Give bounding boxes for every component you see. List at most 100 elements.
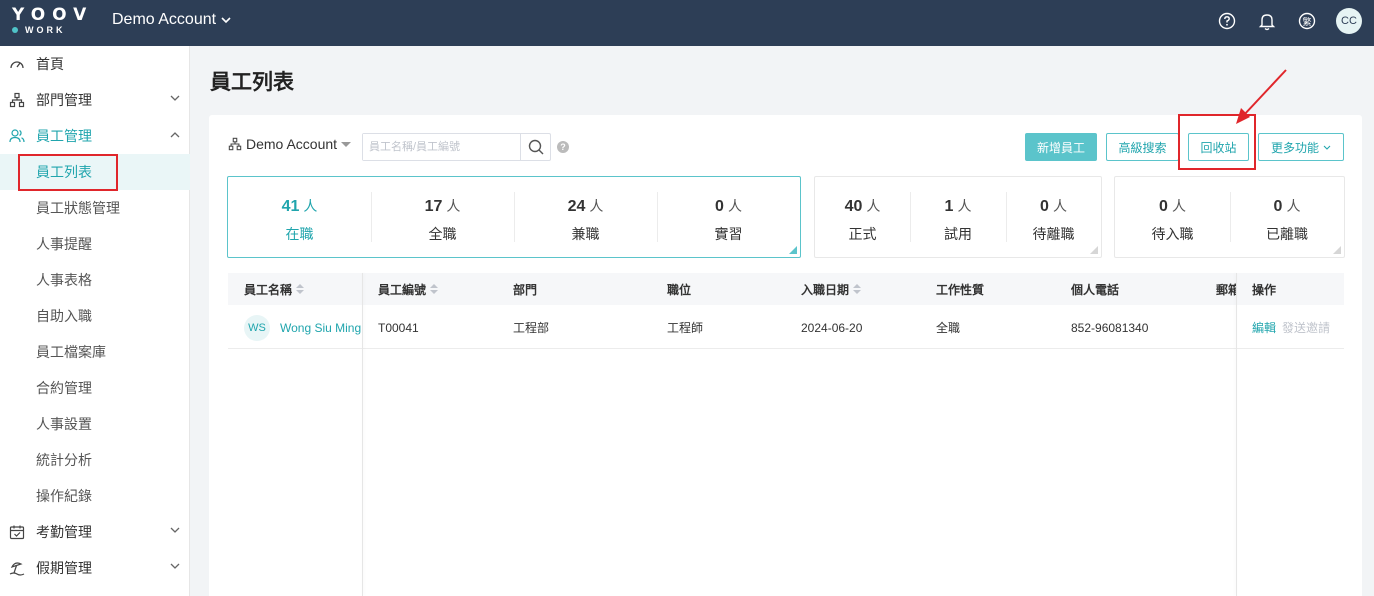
more-functions-button[interactable]: 更多功能: [1258, 133, 1344, 161]
send-invite-link: 發送邀請: [1282, 321, 1331, 335]
table-row: WS Wong Siu Ming T00041 工程部 工程師 2024-06-…: [228, 306, 1344, 349]
stat-number: 0: [1159, 198, 1168, 215]
phone-cell: 852-96081340: [1071, 320, 1149, 335]
stat-number: 41: [281, 198, 300, 215]
caret-down-icon: [341, 141, 352, 147]
stat-part-time[interactable]: 24 人 兼職: [514, 177, 657, 257]
sidebar-subitem-self-onboarding[interactable]: 自助入職: [0, 298, 190, 334]
stat-number: 1: [944, 198, 954, 215]
search-box: [362, 133, 551, 161]
edit-link[interactable]: 編輯: [1252, 319, 1276, 336]
dashboard-icon: [8, 55, 26, 73]
column-header-work-nature: 工作性質: [936, 282, 985, 297]
join-date-cell: 2024-06-20: [801, 320, 863, 335]
sort-icon[interactable]: [296, 284, 305, 294]
search-button[interactable]: [520, 134, 550, 160]
employee-id-cell: T00041: [378, 320, 419, 335]
sidebar-item-label: 考勤管理: [36, 524, 92, 540]
stat-group-employment-status: 40 人 正式 1人 試用 0人 待離職: [814, 176, 1102, 258]
stat-number: 0: [1040, 198, 1049, 215]
more-functions-label: 更多功能: [1270, 140, 1319, 155]
employee-name-cell: WS Wong Siu Ming: [244, 306, 361, 349]
bell-icon[interactable]: [1256, 10, 1278, 32]
advanced-search-button[interactable]: 高級搜索: [1106, 133, 1179, 161]
stat-number: 0: [1273, 198, 1283, 215]
stat-number: 0: [715, 198, 724, 215]
account-switcher[interactable]: Demo Account: [112, 11, 231, 29]
column-header-label: 員工名稱: [244, 282, 293, 297]
sidebar-item-departments[interactable]: 部門管理: [0, 82, 190, 118]
logo-text: YOOV: [12, 5, 94, 25]
stat-unit: 人: [303, 198, 318, 214]
sidebar-item-employees[interactable]: 員工管理: [0, 118, 190, 154]
sidebar-item-label: 員工管理: [36, 128, 92, 144]
expand-corner-icon[interactable]: [1090, 246, 1098, 254]
sidebar-subitem-hr-reminders[interactable]: 人事提醒: [0, 226, 190, 262]
column-header-email: 郵箱: [1216, 282, 1236, 297]
chevron-down-icon: [221, 16, 231, 23]
position-cell: 工程師: [667, 321, 704, 335]
stat-unit: 人: [1052, 198, 1067, 214]
annotation-highlight-box: [18, 154, 118, 191]
sidebar-subitem-analytics[interactable]: 統計分析: [0, 442, 190, 478]
search-input[interactable]: [363, 134, 521, 160]
help-icon[interactable]: [1216, 10, 1238, 32]
stat-probation[interactable]: 1人 試用: [910, 177, 1006, 257]
users-icon: [8, 127, 26, 145]
question-icon[interactable]: ?: [557, 141, 569, 153]
expand-corner-icon[interactable]: [1333, 246, 1341, 254]
stat-permanent[interactable]: 40 人 正式: [815, 177, 910, 257]
account-name: Demo Account: [112, 11, 217, 28]
stat-label: 試用: [944, 226, 972, 242]
stat-unit: 人: [727, 198, 742, 214]
employee-name-link[interactable]: Wong Siu Ming: [280, 321, 361, 335]
sidebar-item-label: 假期管理: [36, 560, 92, 576]
stat-unit: 人: [957, 198, 972, 214]
stat-resigned[interactable]: 0人 已離職: [1230, 177, 1344, 257]
sidebar-subitem-hr-forms[interactable]: 人事表格: [0, 262, 190, 298]
user-avatar[interactable]: CC: [1336, 8, 1362, 34]
stat-on-duty[interactable]: 41 人 在職: [228, 177, 371, 257]
sidebar-subitem-contracts[interactable]: 合約管理: [0, 370, 190, 406]
column-header-label: 員工編號: [378, 282, 427, 297]
column-header-id[interactable]: 員工編號: [378, 273, 439, 305]
chevron-up-icon: [170, 132, 180, 138]
sort-icon[interactable]: [430, 284, 439, 294]
stat-number: 24: [567, 198, 586, 215]
add-employee-button[interactable]: 新增員工: [1025, 133, 1097, 161]
sidebar-subitem-employee-status[interactable]: 員工狀態管理: [0, 190, 190, 226]
stat-group-onboarding: 0人 待入職 0人 已離職: [1114, 176, 1345, 258]
stat-label: 待離職: [1032, 226, 1075, 242]
org-chart-icon: [8, 91, 26, 109]
sidebar-subitem-operation-log[interactable]: 操作紀錄: [0, 478, 190, 514]
stat-intern[interactable]: 0人 實習: [657, 177, 800, 257]
top-bar: YOOV WORK Demo Account 繁 CC: [0, 0, 1374, 46]
chevron-down-icon: [170, 527, 180, 533]
actions-cell: 編輯 發送邀請: [1252, 306, 1330, 349]
sidebar-item-leave[interactable]: 假期管理: [0, 550, 190, 586]
stat-unit: 人: [866, 198, 881, 214]
expand-corner-icon[interactable]: [789, 246, 797, 254]
stat-number: 40: [844, 198, 863, 215]
column-header-name[interactable]: 員工名稱: [244, 273, 305, 305]
stat-unit: 人: [1286, 198, 1301, 214]
column-header-department: 部門: [513, 282, 538, 297]
column-header-join-date[interactable]: 入職日期: [801, 273, 862, 305]
sidebar-item-label: 部門管理: [36, 92, 92, 108]
stat-full-time[interactable]: 17 人 全職: [371, 177, 514, 257]
stat-group-employment-type: 41 人 在職 17 人 全職 24 人 兼職 0人 實習: [227, 176, 801, 258]
org-selector[interactable]: Demo Account: [228, 136, 352, 152]
stat-pending-onboard[interactable]: 0人 待入職: [1115, 177, 1230, 257]
language-switch[interactable]: 繁: [1296, 10, 1318, 32]
sidebar-subitem-hr-settings[interactable]: 人事設置: [0, 406, 190, 442]
stat-label: 兼職: [571, 226, 600, 242]
sort-icon[interactable]: [853, 284, 862, 294]
sidebar-item-attendance[interactable]: 考勤管理: [0, 514, 190, 550]
sidebar-subitem-employee-archive[interactable]: 員工檔案庫: [0, 334, 190, 370]
stat-pending-resign[interactable]: 0人 待離職: [1006, 177, 1101, 257]
fixed-column-divider: [1236, 273, 1237, 596]
yoov-work-logo[interactable]: YOOV WORK: [12, 5, 94, 40]
sidebar-item-home[interactable]: 首頁: [0, 46, 190, 82]
page-title: 員工列表: [210, 71, 294, 94]
org-selector-label: Demo Account: [246, 136, 338, 152]
